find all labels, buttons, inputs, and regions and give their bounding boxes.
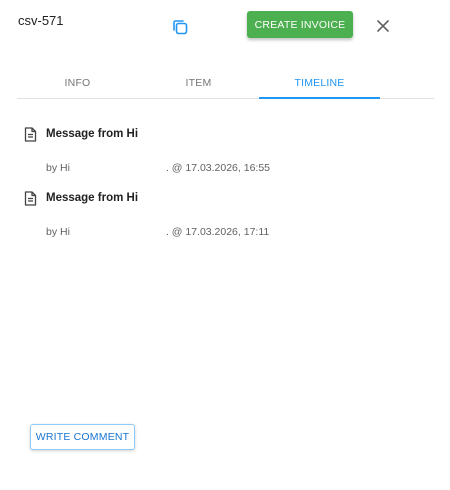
timeline-entry: Message from Hi by Hi . @ 17.03.2026, 16:… — [24, 126, 270, 174]
tab-timeline[interactable]: TIMELINE — [259, 68, 380, 99]
copy-icon — [173, 20, 188, 35]
document-icon — [24, 190, 37, 206]
timeline-entry-meta: by Hi . @ 17.03.2026, 17:11 — [46, 226, 269, 238]
close-icon — [377, 20, 389, 32]
timeline-entry-author: by Hi — [46, 162, 70, 174]
timeline-entry-header: Message from Hi — [24, 190, 138, 206]
copy-button[interactable] — [169, 16, 191, 38]
timeline-entry-timestamp: . @ 17.03.2026, 17:11 — [165, 226, 270, 238]
timeline-entry-meta: by Hi . @ 17.03.2026, 16:55 — [46, 162, 270, 174]
document-icon — [24, 126, 37, 142]
tab-bar: INFO ITEM TIMELINE — [17, 68, 434, 99]
timeline-entry-title: Message from Hi — [46, 128, 139, 140]
timeline-entry-header: Message from Hi — [24, 126, 138, 142]
tab-item[interactable]: ITEM — [138, 68, 259, 98]
tab-info[interactable]: INFO — [17, 68, 138, 98]
close-button[interactable] — [374, 17, 392, 35]
create-invoice-button[interactable]: CREATE INVOICE — [247, 11, 353, 38]
header-title: csv-571 — [18, 13, 64, 28]
timeline-entry-timestamp: . @ 17.03.2026, 16:55 — [165, 162, 271, 174]
timeline-entry-title: Message from Hi — [46, 192, 139, 204]
write-comment-button[interactable]: WRITE COMMENT — [30, 424, 135, 450]
timeline-entry: Message from Hi by Hi . @ 17.03.2026, 17:… — [24, 190, 269, 238]
timeline-entry-author: by Hi — [46, 226, 70, 238]
